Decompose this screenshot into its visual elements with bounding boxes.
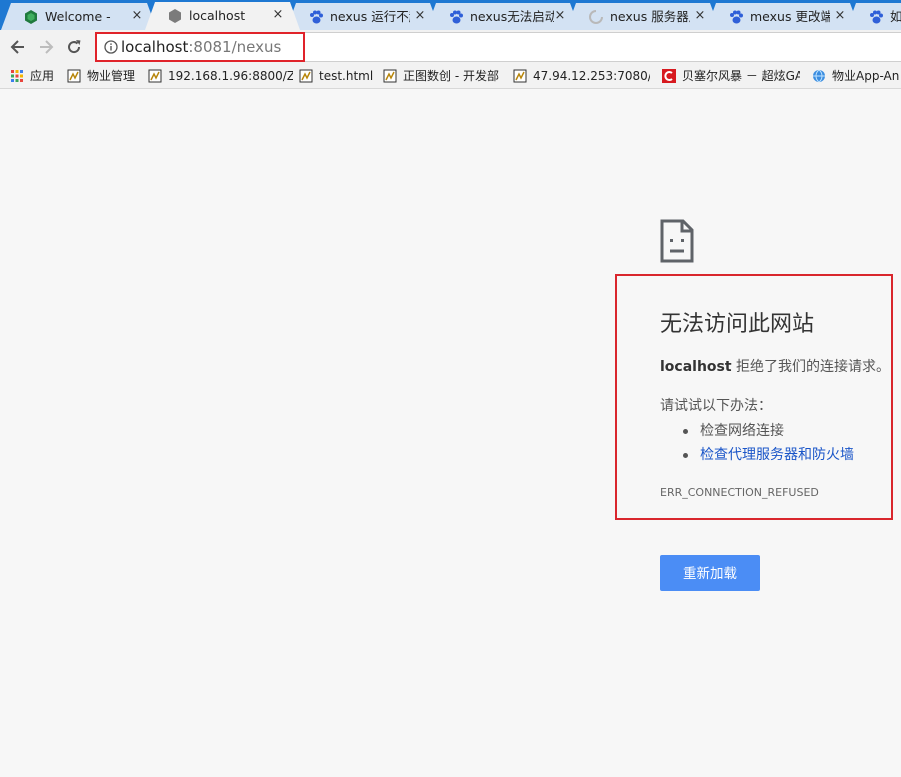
tab-title: Welcome - Ne [45,9,111,24]
bookmark-zhengtu[interactable]: 正图数创 - 开发部 [383,67,505,85]
error-code: ERR_CONNECTION_REFUSED [660,486,819,499]
error-host: localhost [660,359,732,375]
tab-mexus-port[interactable]: mexus 更改端 × [706,3,860,30]
tab-nexus-start[interactable]: nexus无法启动 × [426,3,580,30]
baidu-paw-icon [728,9,744,25]
bookmark-test-html[interactable]: test.html [299,67,374,85]
bookmark-label: 47.94.12.253:7080/Z [533,69,650,83]
tab-localhost[interactable]: localhost × [145,2,300,30]
tab-nexus-run[interactable]: nexus 运行不起 × [286,3,440,30]
page-icon [148,69,162,83]
bookmark-property-app[interactable]: 物业App-An [812,67,901,85]
tab-welcome-nexus[interactable]: Welcome - Ne × [1,3,157,30]
bookmark-property-mgmt[interactable]: 物业管理 [67,67,139,85]
page-icon [383,69,397,83]
tab-title: nexus无法启动 [470,9,554,24]
tab-nexus-server[interactable]: nexus 服务器启 × [566,3,720,30]
loading-spinner-icon [588,9,604,25]
bookmark-label: 物业管理 [87,69,136,83]
bookmark-bezier-storm[interactable]: 贝塞尔风暴 － 超炫GA [662,67,800,85]
baidu-paw-icon [308,9,324,25]
reload-button[interactable]: 重新加载 [660,555,760,591]
nexus-hexagon-icon [23,9,39,25]
page-icon [67,69,81,83]
tab-title: nexus 运行不起 [330,9,409,24]
tab-close-button[interactable]: × [692,8,708,24]
suggestion-check-network: 检查网络连接 [680,419,854,443]
bookmark-label: 正图数创 - 开发部 [403,69,499,83]
url-highlight-box [95,32,305,62]
tab-close-button[interactable]: × [412,8,428,24]
tab-title: nexus 服务器启 [610,9,689,24]
tab-close-button[interactable]: × [552,8,568,24]
tab-strip: Welcome - Ne × localhost × nexus 运行不起 × … [0,0,901,30]
reload-icon[interactable] [64,37,84,57]
bookmark-192-168[interactable]: 192.168.1.96:8800/Z [148,67,293,85]
page-icon [299,69,313,83]
bookmark-label: 应用 [30,69,55,83]
sad-document-icon [660,219,694,263]
apps-grid-icon [11,70,23,82]
bookmark-label: test.html [319,69,374,83]
tab-title: mexus 更改端 [750,9,830,24]
error-description: localhost 拒绝了我们的连接请求。 [660,357,890,377]
error-desc-text: 拒绝了我们的连接请求。 [731,359,891,375]
forward-arrow-icon[interactable] [36,37,56,57]
globe-icon [813,69,825,83]
bookmark-label: 192.168.1.96:8800/Z [168,69,293,83]
page-icon [513,69,527,83]
error-title: 无法访问此网站 [660,312,815,337]
bookmark-label: 物业App-An [832,69,900,83]
back-arrow-icon[interactable] [8,37,28,57]
tab-close-button[interactable]: × [270,7,286,23]
tab-close-button[interactable]: × [129,8,145,24]
suggestions-heading: 请试试以下办法： [660,398,772,414]
suggestion-check-proxy-link[interactable]: 检查代理服务器和防火墙 [680,443,854,467]
bookmark-apps[interactable]: 应用 [10,67,60,85]
bookmark-label: 贝塞尔风暴 － 超炫GA [682,69,800,83]
bookmarks-bar: 应用 物业管理 192.168.1.96:8800/Z test.html 正图… [0,64,901,89]
c-logo-icon [662,69,676,83]
baidu-paw-icon [868,9,884,25]
tab-title: 如何 [890,9,901,24]
baidu-paw-icon [448,9,464,25]
bookmark-47-94[interactable]: 47.94.12.253:7080/Z [513,67,650,85]
suggestions-list: 检查网络连接 检查代理服务器和防火墙 [680,419,854,467]
tab-close-button[interactable]: × [832,8,848,24]
tab-how-to[interactable]: 如何 [846,3,901,30]
gray-hexagon-icon [167,8,183,24]
tab-title: localhost [189,8,246,23]
